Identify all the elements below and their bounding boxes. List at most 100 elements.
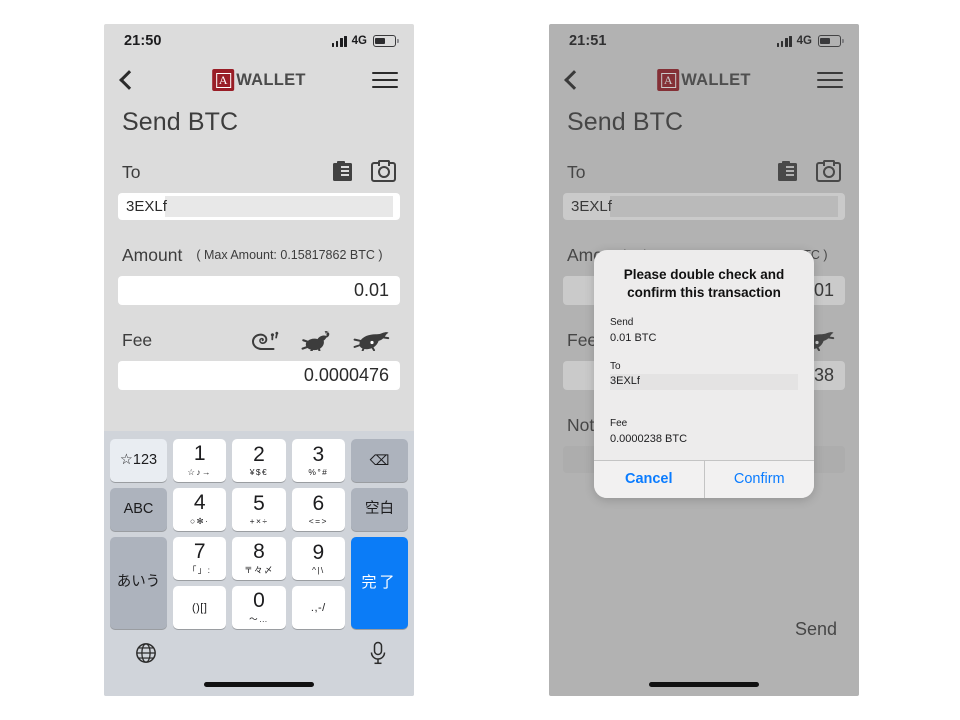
fee-label: Fee [122, 329, 153, 350]
dialog-row-value: 0.01 BTC [610, 331, 657, 344]
key-sublabel: ^|\ [311, 565, 325, 576]
key-space[interactable]: 空白 [350, 488, 408, 531]
status-bar: 21:50 4G [104, 24, 414, 58]
screenshot-stage: 21:50 4G WALLET Send BTC To [0, 0, 960, 720]
key-sublabel: %°# [308, 467, 329, 478]
cheetah-icon[interactable] [352, 329, 390, 351]
back-chevron-icon[interactable] [118, 67, 140, 93]
globe-language-icon[interactable] [135, 642, 157, 664]
cancel-button[interactable]: Cancel [594, 460, 705, 498]
brand-logo: WALLET [212, 69, 306, 91]
key-punctuation[interactable]: .,-/ [291, 586, 345, 629]
key-label: 9 [312, 540, 325, 564]
send-form: To 3EXLf Amount ( Max Amount: 0.15817862… [104, 159, 414, 390]
key-8[interactable]: 8 〒々〆 [232, 537, 286, 580]
to-label: To [122, 161, 141, 182]
max-amount-note: ( Max Amount: 0.15817862 BTC ) [196, 248, 383, 262]
to-address-value: 3EXLf [126, 198, 167, 215]
key-7[interactable]: 7 「」: [173, 537, 227, 580]
rabbit-icon[interactable] [299, 329, 333, 351]
key-label: 0 [253, 588, 265, 612]
fee-field-header: Fee [118, 327, 400, 353]
key-sublabel: .,-/ [310, 602, 326, 614]
key-6[interactable]: 6 <=> [291, 488, 345, 531]
key-label: 3 [312, 442, 325, 466]
key-done[interactable]: 完了 [350, 537, 408, 629]
amount-value: 0.01 [353, 280, 389, 300]
key-backspace[interactable]: ⌫ [350, 439, 408, 482]
snail-icon[interactable] [250, 329, 280, 351]
key-sublabel: ()[] [191, 602, 208, 614]
key-label: 5 [253, 491, 265, 515]
page-title: Send BTC [122, 108, 239, 136]
phone-screen-left: 21:50 4G WALLET Send BTC To [104, 24, 414, 696]
key-sublabel: ☆♪→ [187, 466, 212, 477]
key-3[interactable]: 3 %°# [291, 439, 345, 482]
key-label: 1 [193, 442, 206, 466]
paste-clipboard-icon[interactable] [333, 161, 353, 183]
keyboard-grid: ☆123 1 ☆♪→ 2 ¥$€ 3 %°# ⌫ ABC 4 ○✻· 5 +×÷ 6 <=>… [107, 439, 411, 629]
key-2[interactable]: 2 ¥$€ [232, 439, 286, 482]
key-label: ABC [123, 500, 154, 517]
key-label: 4 [193, 491, 206, 515]
key-label: 完了 [361, 574, 398, 592]
numeric-keyboard: ☆123 1 ☆♪→ 2 ¥$€ 3 %°# ⌫ ABC 4 ○✻· 5 +×÷ 6 <=>… [104, 431, 414, 696]
dialog-row-value: 3EXLf [610, 374, 798, 391]
dialog-row-key: Send [610, 317, 634, 329]
key-symbols[interactable]: ☆123 [110, 439, 167, 482]
key-sublabel: ¥$€ [249, 467, 269, 478]
dialog-row-key: To [610, 360, 621, 372]
hamburger-menu-icon[interactable] [372, 71, 398, 89]
amount-field-header: Amount ( Max Amount: 0.15817862 BTC ) [118, 242, 400, 268]
dialog-row-value: 0.0000238 BTC [610, 432, 688, 445]
key-4[interactable]: 4 ○✻· [173, 488, 227, 531]
key-abc[interactable]: ABC [110, 488, 167, 531]
dialog-row-send: Send 0.01 BTC [610, 316, 798, 346]
confirm-dialog-backdrop: Please double check and confirm this tra… [549, 24, 859, 696]
signal-strength-icon [331, 35, 347, 47]
camera-scan-icon[interactable] [371, 159, 396, 182]
confirm-button[interactable]: Confirm [705, 461, 815, 498]
status-indicators: 4G [331, 35, 399, 47]
dialog-title: Please double check and confirm this tra… [623, 267, 785, 301]
key-1[interactable]: 1 ☆♪→ [173, 439, 227, 482]
battery-icon [373, 35, 399, 47]
key-kana[interactable]: あいう [110, 537, 167, 629]
dialog-actions: Cancel Confirm [594, 459, 815, 498]
dialog-spacer [610, 403, 798, 417]
confirm-transaction-dialog: Please double check and confirm this tra… [594, 250, 814, 498]
status-time: 21:50 [124, 33, 162, 49]
phone-screen-right: 21:51 4G WALLET Send BTC To [549, 24, 859, 696]
key-9[interactable]: 9 ^|\ [291, 537, 345, 580]
to-address-input[interactable]: 3EXLf [118, 193, 400, 220]
dialog-body: Send 0.01 BTC To 3EXLf Fee 0.0000238 BTC [594, 302, 814, 459]
microphone-icon[interactable] [369, 641, 387, 665]
wallet-mark-icon [212, 69, 235, 91]
key-brackets[interactable]: ()[] [173, 586, 227, 629]
key-sublabel: +×÷ [249, 516, 269, 527]
key-label: 2 [253, 442, 265, 466]
dialog-row-to: To 3EXLf [610, 360, 798, 391]
to-field-header: To [118, 159, 400, 185]
key-0[interactable]: 0 〜… [232, 586, 286, 629]
key-label: ☆123 [119, 451, 158, 468]
key-label: 6 [312, 491, 325, 515]
amount-label: Amount [122, 244, 183, 265]
home-indicator [204, 682, 314, 687]
key-label: 8 [253, 539, 265, 563]
brand-name: WALLET [236, 70, 306, 89]
fee-input[interactable]: 0.0000476 [118, 361, 400, 390]
input-selection-fill [165, 196, 393, 217]
dialog-row-key: Fee [610, 418, 628, 430]
fee-speed-selector [250, 329, 396, 351]
key-sublabel: 〜… [249, 614, 269, 625]
network-type-label: 4G [351, 35, 367, 47]
key-sublabel: ○✻· [190, 515, 210, 526]
key-5[interactable]: 5 +×÷ [232, 488, 286, 531]
dialog-row-fee: Fee 0.0000238 BTC [610, 417, 798, 447]
amount-input[interactable]: 0.01 [118, 276, 400, 305]
key-label: 空白 [364, 500, 394, 517]
backspace-icon: ⌫ [369, 452, 390, 469]
key-label: 7 [193, 539, 206, 563]
key-sublabel: <=> [308, 516, 328, 527]
